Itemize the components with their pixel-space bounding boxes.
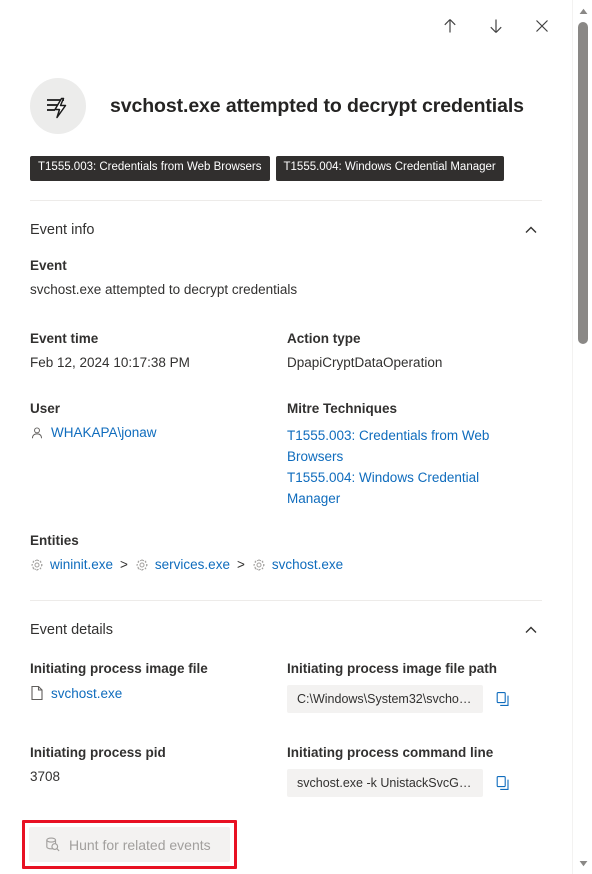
entity-link[interactable]: svchost.exe (272, 557, 343, 572)
field-process-pid: Initiating process pid 3708 (30, 745, 166, 784)
scrollbar-thumb[interactable] (578, 22, 588, 344)
copy-icon (496, 692, 509, 706)
file-icon (31, 685, 43, 701)
vertical-scrollbar[interactable] (572, 0, 592, 874)
hunt-for-related-events-button[interactable]: Hunt for related events (29, 827, 230, 862)
field-command-line: Initiating process command line svchost.… (287, 745, 513, 797)
field-mitre-techniques: Mitre Techniques T1555.003: Credentials … (287, 401, 502, 509)
field-label: Initiating process image file path (287, 661, 498, 676)
field-label: Entities (30, 533, 79, 548)
field-label: Initiating process pid (30, 745, 166, 760)
gear-icon (31, 558, 43, 571)
arrow-up-icon (444, 19, 456, 33)
image-file-path-value: C:\Windows\System32\svchost.... (287, 685, 483, 713)
entity-item[interactable]: wininit.exe (30, 557, 113, 572)
scroll-up-arrow[interactable] (573, 2, 592, 20)
event-details-flyout: svchost.exe attempted to decrypt credent… (0, 0, 592, 874)
command-line-value: svchost.exe -k UnistackSvcGroup (287, 769, 483, 797)
entity-item[interactable]: svchost.exe (252, 557, 343, 572)
entity-link[interactable]: wininit.exe (50, 557, 113, 572)
image-file-value-row: svchost.exe (30, 685, 208, 701)
field-label: User (30, 401, 61, 416)
copy-command-line-button[interactable] (493, 773, 513, 793)
user-value-row: WHAKAPA\jonaw (30, 425, 157, 440)
avatar (30, 78, 86, 134)
hunt-button-highlight: Hunt for related events (22, 820, 237, 869)
field-event-time: Event time Feb 12, 2024 10:17:38 PM (30, 331, 190, 370)
chevron-up-icon[interactable] (520, 619, 542, 641)
field-label: Mitre Techniques (287, 401, 398, 416)
field-value: 3708 (30, 769, 61, 784)
flyout-command-bar (434, 10, 558, 42)
image-file-path-row: C:\Windows\System32\svchost.... (287, 685, 513, 713)
previous-event-button[interactable] (434, 10, 466, 42)
gear-icon (253, 558, 265, 571)
field-image-file: Initiating process image file svchost.ex… (30, 661, 208, 701)
field-label: Initiating process command line (287, 745, 494, 760)
image-file-link[interactable]: svchost.exe (51, 686, 122, 701)
field-label: Event (30, 258, 67, 273)
hunt-database-search-icon (46, 837, 60, 852)
section-header-event-details[interactable]: Event details (30, 600, 542, 641)
scroll-down-arrow[interactable] (573, 854, 592, 872)
field-image-file-path: Initiating process image file path C:\Wi… (287, 661, 513, 713)
entity-item[interactable]: services.exe (135, 557, 230, 572)
field-label: Initiating process image file (30, 661, 208, 676)
mitre-technique-link[interactable]: T1555.003: Credentials from Web Browsers (287, 425, 502, 467)
triangle-down-icon (579, 860, 587, 866)
copy-image-file-path-button[interactable] (493, 689, 513, 709)
mitre-chip[interactable]: T1555.003: Credentials from Web Browsers (30, 156, 270, 181)
field-value: svchost.exe attempted to decrypt credent… (30, 282, 298, 297)
field-entities: Entities wininit.exe > services.exe > sv… (30, 533, 343, 572)
field-label: Event time (30, 331, 99, 346)
entities-breadcrumb: wininit.exe > services.exe > svchost.exe (30, 557, 343, 572)
entity-link[interactable]: services.exe (155, 557, 230, 572)
copy-icon (496, 776, 509, 790)
section-title: Event details (30, 622, 114, 638)
mitre-technique-link[interactable]: T1555.004: Windows Credential Manager (287, 467, 502, 509)
user-link[interactable]: WHAKAPA\jonaw (51, 425, 157, 440)
field-event: Event svchost.exe attempted to decrypt c… (30, 258, 297, 297)
command-line-row: svchost.exe -k UnistackSvcGroup (287, 769, 513, 797)
chevron-up-icon[interactable] (520, 219, 542, 241)
entity-separator: > (236, 557, 245, 572)
mitre-technique-chips: T1555.003: Credentials from Web Browsers… (30, 156, 504, 181)
arrow-down-icon (490, 19, 502, 33)
field-value: Feb 12, 2024 10:17:38 PM (30, 355, 190, 370)
field-value: DpapiCryptDataOperation (287, 355, 443, 370)
page-title: svchost.exe attempted to decrypt credent… (110, 94, 524, 117)
flyout-header: svchost.exe attempted to decrypt credent… (30, 78, 524, 134)
mitre-chip[interactable]: T1555.004: Windows Credential Manager (275, 156, 504, 181)
section-header-event-info[interactable]: Event info (30, 200, 542, 241)
hunt-button-label: Hunt for related events (69, 836, 211, 853)
close-flyout-button[interactable] (526, 10, 558, 42)
alert-lightning-icon (47, 97, 67, 119)
next-event-button[interactable] (480, 10, 512, 42)
close-icon (536, 20, 548, 32)
triangle-up-icon (579, 8, 587, 14)
section-title: Event info (30, 222, 95, 238)
entity-separator: > (120, 557, 128, 572)
field-label: Action type (287, 331, 361, 346)
field-action-type: Action type DpapiCryptDataOperation (287, 331, 442, 370)
person-icon (31, 426, 43, 438)
field-user: User WHAKAPA\jonaw (30, 401, 157, 440)
flyout-content: svchost.exe attempted to decrypt credent… (0, 0, 572, 874)
gear-icon (136, 558, 148, 571)
